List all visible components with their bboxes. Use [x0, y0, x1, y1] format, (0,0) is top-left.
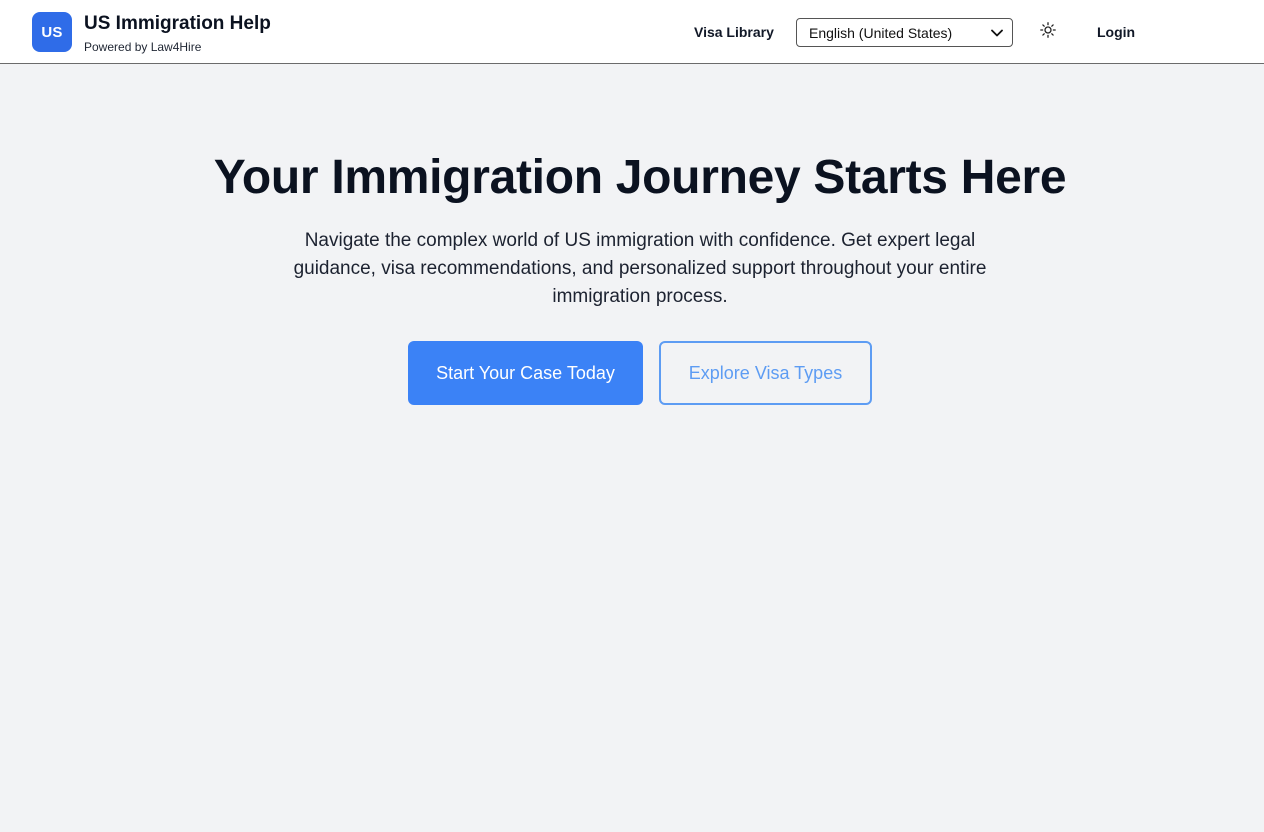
top-navbar: US US Immigration Help Powered by Law4Hi… [0, 0, 1264, 64]
language-select[interactable]: English (United States) [796, 18, 1013, 47]
logo-text: US [41, 23, 63, 41]
theme-toggle-button[interactable] [1038, 21, 1058, 43]
hero-subtitle: Navigate the complex world of US immigra… [293, 230, 987, 307]
sun-icon [1040, 21, 1056, 43]
start-case-button[interactable]: Start Your Case Today [408, 341, 643, 405]
chevron-down-icon [990, 26, 1004, 40]
login-link[interactable]: Login [1097, 24, 1135, 40]
explore-visa-types-button[interactable]: Explore Visa Types [659, 341, 872, 405]
brand-subtitle: Powered by Law4Hire [84, 40, 202, 54]
hero-title: Your Immigration Journey Starts Here [213, 151, 1067, 204]
logo-badge[interactable]: US [32, 12, 72, 52]
nav-visa-library-link[interactable]: Visa Library [694, 24, 774, 40]
language-select-value: English (United States) [809, 24, 953, 41]
brand-title[interactable]: US Immigration Help [84, 13, 271, 35]
